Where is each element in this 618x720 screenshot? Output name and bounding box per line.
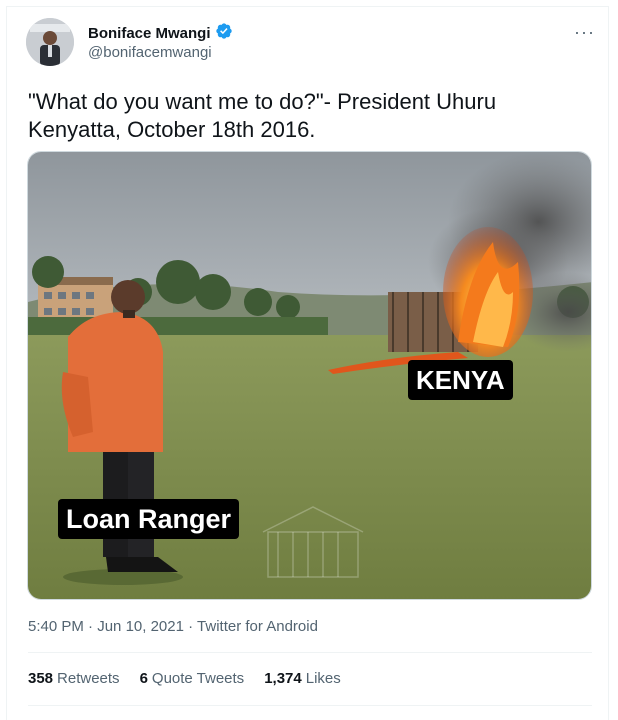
engagement-stats: 358 Retweets 6 Quote Tweets 1,374 Likes [28,670,341,687]
caption-kenya: KENYA [408,360,513,400]
meta-separator: · [188,618,194,635]
tweet-text: "What do you want me to do?"- President … [28,89,497,142]
tweet-media[interactable]: KENYA Loan Ranger [27,151,592,600]
divider [28,705,592,706]
author-name-row[interactable]: Boniface Mwangi [88,22,233,45]
retweets-stat[interactable]: 358 Retweets [28,670,120,687]
quote-tweets-label: Quote Tweets [151,670,245,687]
caption-loan-ranger: Loan Ranger [58,499,240,539]
likes-stat[interactable]: 1,374 Likes [264,670,341,687]
retweets-label: Retweets [57,670,120,687]
avatar-image [26,18,74,66]
user-handle[interactable]: @bonifacemwangi [88,44,212,61]
meta-separator: · [88,618,94,635]
retweets-count: 358 [28,670,54,687]
tweet-time[interactable]: 5:40 PM [28,618,84,635]
display-name[interactable]: Boniface Mwangi [88,25,211,42]
avatar[interactable] [26,18,74,66]
likes-label: Likes [305,670,341,687]
verified-badge-icon [215,22,233,45]
tweet-date[interactable]: Jun 10, 2021 [97,618,184,635]
quote-tweets-count: 6 [139,670,148,687]
more-options-icon[interactable]: ··· [574,22,595,43]
tweet-source[interactable]: Twitter for Android [197,618,318,635]
tweet-metadata: 5:40 PM · Jun 10, 2021 · Twitter for And… [28,618,318,635]
likes-count: 1,374 [264,670,302,687]
quote-tweets-stat[interactable]: 6 Quote Tweets [140,670,245,687]
divider [28,652,592,653]
